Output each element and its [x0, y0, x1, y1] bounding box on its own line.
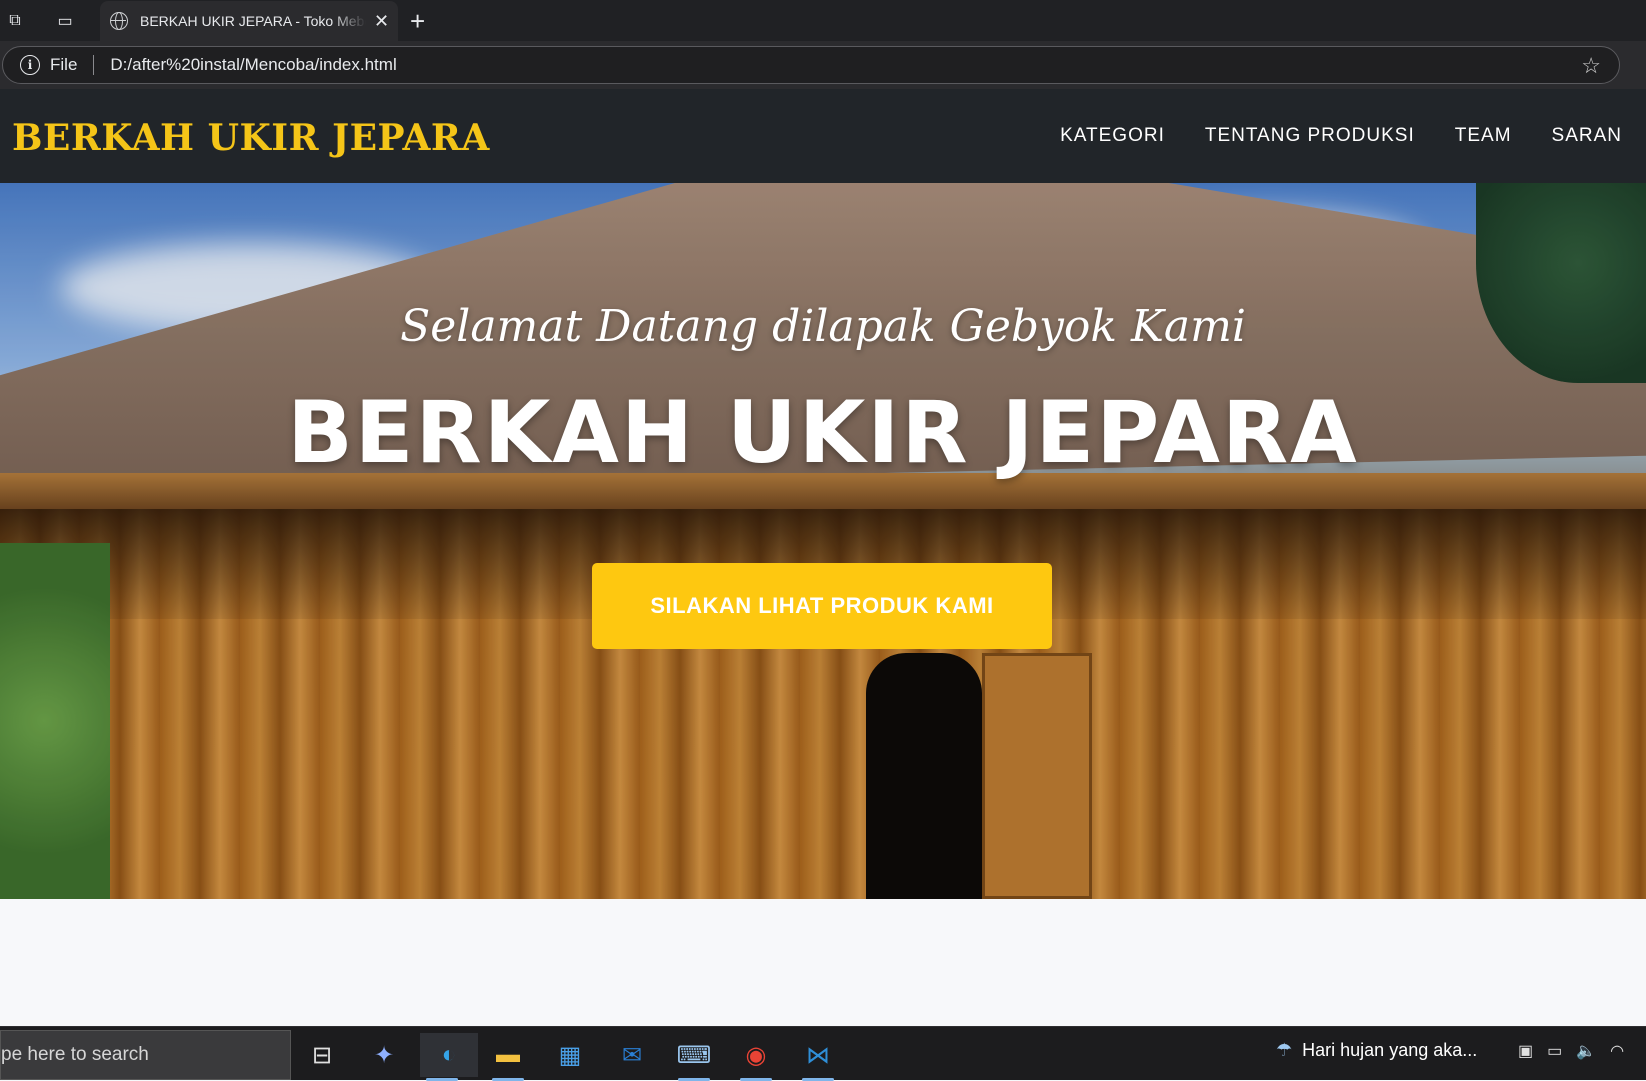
close-tab-icon[interactable]: ✕	[374, 11, 389, 32]
hero-overlay	[0, 183, 1646, 899]
chrome-icon[interactable]: ◉	[734, 1033, 778, 1081]
tab-title: BERKAH UKIR JEPARA - Toko Mebel	[140, 13, 366, 29]
hero-section: Selamat Datang dilapak Gebyok Kami BERKA…	[0, 183, 1646, 899]
edge-icon[interactable]: ◐	[420, 1033, 478, 1081]
nav-tentang-produksi[interactable]: TENTANG PRODUKSI	[1205, 125, 1415, 147]
hero-heading: BERKAH UKIR JEPARA	[287, 383, 1359, 483]
address-scheme: File	[50, 55, 78, 74]
view-products-button[interactable]: SILAKAN LIHAT PRODUK KAMI	[592, 563, 1052, 649]
rain-umbrella-icon: ☂	[1276, 1040, 1293, 1060]
nav-saran[interactable]: SARAN	[1552, 125, 1622, 147]
keyboard-app-icon[interactable]: ⌨	[672, 1033, 716, 1081]
nav-team[interactable]: TEAM	[1455, 125, 1512, 147]
globe-icon	[110, 12, 128, 30]
site-navbar: BERKAH UKIR JEPARA KATEGORI TENTANG PROD…	[0, 89, 1646, 183]
file-explorer-icon[interactable]: ▬	[486, 1033, 530, 1081]
weather-text: Hari hujan yang aka...	[1302, 1040, 1478, 1060]
vscode-icon[interactable]: ⋈	[796, 1033, 840, 1081]
address-divider	[93, 55, 95, 75]
copilot-icon[interactable]: ✦	[362, 1033, 406, 1077]
favorite-star-icon[interactable]: ☆	[1581, 53, 1601, 79]
system-tray: ▣ ▭ 🔈 ◠	[1518, 1041, 1624, 1061]
address-bar[interactable]: i File D:/after%20instal/Mencoba/index.h…	[2, 46, 1620, 84]
new-tab-icon[interactable]: +	[410, 6, 425, 37]
hero-subheading: Selamat Datang dilapak Gebyok Kami	[400, 301, 1246, 352]
windows-taskbar: pe here to search ⊟ ✦ ◐ ▬ ▦ ✉ ⌨ ◉ ⋈ ☂ Har…	[0, 1026, 1646, 1081]
weather-widget[interactable]: ☂ Hari hujan yang aka...	[1276, 1040, 1477, 1061]
browser-tab-strip: ⧉ ▭ BERKAH UKIR JEPARA - Toko Mebel ✕ +	[0, 0, 1646, 41]
store-icon[interactable]: ▦	[548, 1033, 592, 1077]
address-bar-row: i File D:/after%20instal/Mencoba/index.h…	[0, 41, 1646, 89]
outlook-icon[interactable]: ✉	[610, 1033, 654, 1077]
nav-links: KATEGORI TENTANG PRODUKSI TEAM SARAN	[1060, 125, 1622, 147]
site-brand[interactable]: BERKAH UKIR JEPARA	[12, 117, 490, 159]
workspaces-icon[interactable]: ⧉	[0, 7, 30, 35]
volume-icon[interactable]: 🔈	[1576, 1041, 1596, 1061]
browser-tab[interactable]: BERKAH UKIR JEPARA - Toko Mebel ✕	[100, 1, 398, 41]
tab-actions-icon[interactable]: ▭	[50, 7, 80, 35]
wifi-icon[interactable]: ◠	[1610, 1041, 1624, 1061]
battery-icon[interactable]: ▭	[1547, 1041, 1562, 1061]
taskbar-search-input[interactable]: pe here to search	[0, 1030, 291, 1080]
meet-now-icon[interactable]: ▣	[1518, 1041, 1533, 1061]
site-info-icon[interactable]: i	[20, 55, 40, 75]
task-view-icon[interactable]: ⊟	[300, 1033, 344, 1077]
nav-kategori[interactable]: KATEGORI	[1060, 125, 1165, 147]
address-url[interactable]: D:/after%20instal/Mencoba/index.html	[110, 55, 396, 75]
